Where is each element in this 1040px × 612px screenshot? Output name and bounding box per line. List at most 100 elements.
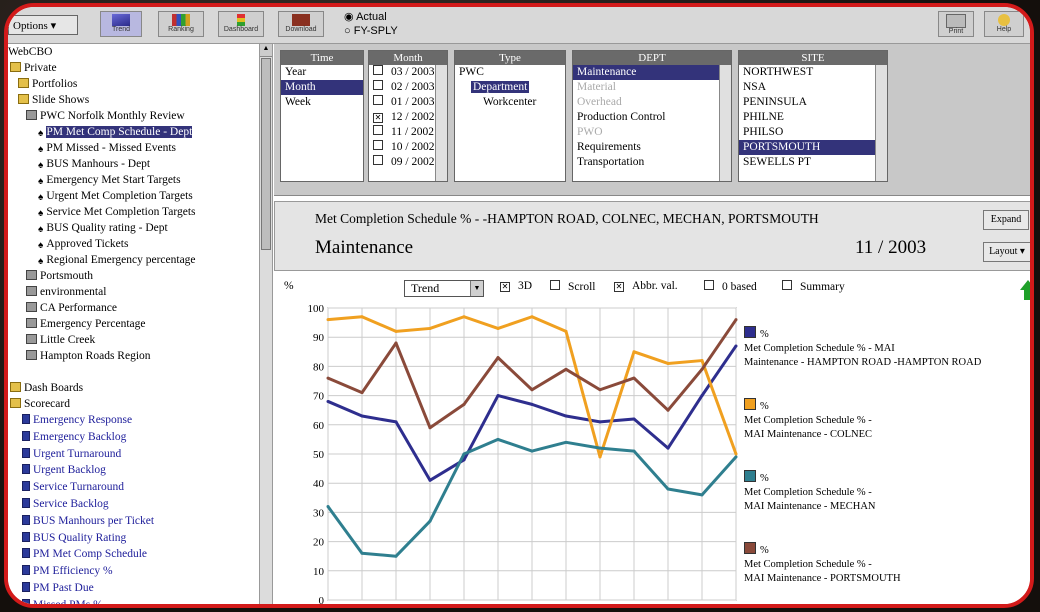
tree-slide-item[interactable]: ♠ BUS Manhours - Dept xyxy=(38,156,150,172)
dept-item[interactable]: Overhead xyxy=(573,95,731,110)
tree-slide-item[interactable]: ♠ BUS Quality rating - Dept xyxy=(38,220,168,236)
tree-slide-show[interactable]: Portsmouth xyxy=(26,268,93,284)
dept-item[interactable]: PWO xyxy=(573,125,731,140)
tree-slide-shows[interactable]: Slide Shows xyxy=(18,92,89,108)
checkbox-icon[interactable] xyxy=(373,125,383,135)
tree-slide-item[interactable]: ♠ Approved Tickets xyxy=(38,236,128,252)
tree-pwc-review[interactable]: PWC Norfolk Monthly Review xyxy=(26,108,185,124)
checkbox-icon[interactable] xyxy=(373,140,383,150)
tree-scorecard-item[interactable]: PM Past Due xyxy=(22,580,94,596)
tree-scorecard-item[interactable]: PM Efficiency % xyxy=(22,563,113,579)
print-button[interactable]: Print xyxy=(938,11,974,37)
tree-slide-show[interactable]: Emergency Percentage xyxy=(26,316,145,332)
series-point-1 xyxy=(394,329,398,333)
time-item-week[interactable]: Week xyxy=(281,95,363,110)
tree-slide-show[interactable]: Little Creek xyxy=(26,332,95,348)
dept-item[interactable]: Material xyxy=(573,80,731,95)
help-button[interactable]: Help xyxy=(984,11,1024,37)
dept-item[interactable]: Maintenance xyxy=(573,65,731,80)
type-item-pwc[interactable]: PWC xyxy=(455,65,565,80)
dept-scrollbar[interactable] xyxy=(719,65,731,181)
site-item[interactable]: SEWELLS PT xyxy=(739,155,887,170)
legend-swatch xyxy=(744,542,756,554)
site-scrollbar[interactable] xyxy=(875,65,887,181)
tree-scorecard-item[interactable]: BUS Manhours per Ticket xyxy=(22,513,154,529)
type-item-workcenter[interactable]: Workcenter xyxy=(455,95,565,110)
download-button[interactable]: Download xyxy=(278,11,324,37)
dashboard-button[interactable]: Dashboard xyxy=(218,11,264,37)
dept-item[interactable]: Production Control xyxy=(573,110,731,125)
checkbox-icon[interactable] xyxy=(373,95,383,105)
tree-scorecard-item[interactable]: Emergency Response xyxy=(22,412,132,428)
tree-slide-show[interactable]: CA Performance xyxy=(26,300,117,316)
tree-scorecard-item[interactable]: Service Turnaround xyxy=(22,479,124,495)
radio-fy-sply[interactable]: ○ FY-SPLY xyxy=(344,25,398,37)
tree-private[interactable]: Private xyxy=(10,60,57,76)
tree-slide-show-label: CA Performance xyxy=(40,302,117,314)
tree-scorecard-item[interactable]: BUS Quality Rating xyxy=(22,530,126,546)
document-icon xyxy=(22,598,30,604)
tree-portfolios[interactable]: Portfolios xyxy=(18,76,77,92)
dept-item[interactable]: Requirements xyxy=(573,140,731,155)
tree-dash-boards[interactable]: Dash Boards xyxy=(10,380,83,396)
site-item[interactable]: PENINSULA xyxy=(739,95,887,110)
tree-scorecard-label: Service Backlog xyxy=(33,498,109,510)
document-icon xyxy=(22,414,30,424)
tree-slide-label: BUS Manhours - Dept xyxy=(46,158,151,170)
tree-scorecard-item[interactable]: Service Backlog xyxy=(22,496,109,512)
type-item-department[interactable]: Department xyxy=(455,80,565,95)
tree-slide-item[interactable]: ♠ Service Met Completion Targets xyxy=(38,204,196,220)
tree-slide-item[interactable]: ♠ Urgent Met Completion Targets xyxy=(38,188,193,204)
time-item-month[interactable]: Month xyxy=(281,80,363,95)
radio-actual-label: Actual xyxy=(356,11,387,23)
tree-scrollbar[interactable]: ▲ xyxy=(259,44,272,604)
scroll-up-icon[interactable]: ▲ xyxy=(260,44,272,57)
tree-slide-show[interactable]: environmental xyxy=(26,284,106,300)
chevron-down-icon: ▾ xyxy=(1019,246,1025,257)
checkbox-icon[interactable] xyxy=(373,155,383,165)
tree-slide-show-label: Portsmouth xyxy=(40,270,94,282)
tree-scorecard-item[interactable]: PM Met Comp Schedule xyxy=(22,546,147,562)
checkbox-icon[interactable] xyxy=(373,65,383,75)
checkbox-checked-icon[interactable]: ✕ xyxy=(373,113,383,123)
legend-line1: Met Completion Schedule % - xyxy=(744,415,872,426)
tree-scorecard-item[interactable]: Missed PMs % xyxy=(22,597,103,604)
month-item-label: 12 / 2002 xyxy=(391,111,435,123)
tree-root[interactable]: WebCBO xyxy=(8,44,52,60)
up-arrow-icon[interactable] xyxy=(1020,280,1030,290)
radio-actual[interactable]: ◉ Actual xyxy=(344,10,387,23)
site-item[interactable]: NORTHWEST xyxy=(739,65,887,80)
option-summary[interactable]: Summary xyxy=(782,280,845,293)
app-window: Options ▾ Trend Ranking Dashboard Downlo… xyxy=(4,3,1034,608)
tree-slide-item[interactable]: ♠ Emergency Met Start Targets xyxy=(38,172,181,188)
tree-slide-item[interactable]: ♠ PM Met Comp Schedule - Dept xyxy=(38,124,193,140)
expand-button[interactable]: Expand xyxy=(983,210,1029,230)
tree-scroll-thumb[interactable] xyxy=(261,58,271,250)
ranking-button[interactable]: Ranking xyxy=(158,11,204,37)
site-item[interactable]: PORTSMOUTH xyxy=(739,140,887,155)
dept-item[interactable]: Transportation xyxy=(573,155,731,170)
legend-head-label: % xyxy=(760,545,769,556)
chevron-down-icon: ▾ xyxy=(50,20,57,32)
tree-scorecard-item[interactable]: Emergency Backlog xyxy=(22,429,126,445)
month-scrollbar[interactable] xyxy=(435,65,447,181)
tree-slide-show[interactable]: Hampton Roads Region xyxy=(26,348,151,364)
series-point-0 xyxy=(394,420,398,424)
trend-button[interactable]: Trend xyxy=(100,11,142,37)
x-tick-label: 04 xyxy=(527,605,539,608)
site-item[interactable]: PHILNE xyxy=(739,110,887,125)
layout-button[interactable]: Layout ▾ xyxy=(983,242,1030,262)
y-tick-label: 90 xyxy=(313,332,325,344)
site-item[interactable]: PHILSO xyxy=(739,125,887,140)
checkbox-icon[interactable] xyxy=(373,80,383,90)
tree-slide-item[interactable]: ♠ PM Missed - Missed Events xyxy=(38,140,176,156)
tree-slide-item[interactable]: ♠ Regional Emergency percentage xyxy=(38,252,196,268)
tree-scorecard-item[interactable]: Urgent Turnaround xyxy=(22,446,121,462)
site-item[interactable]: NSA xyxy=(739,80,887,95)
tree-scorecard-item[interactable]: Urgent Backlog xyxy=(22,462,106,478)
series-point-3 xyxy=(530,388,534,392)
time-item-year[interactable]: Year xyxy=(281,65,363,80)
tree-scorecard[interactable]: Scorecard xyxy=(10,396,70,412)
options-menu[interactable]: Options ▾ xyxy=(8,15,78,35)
series-point-0 xyxy=(530,402,534,406)
